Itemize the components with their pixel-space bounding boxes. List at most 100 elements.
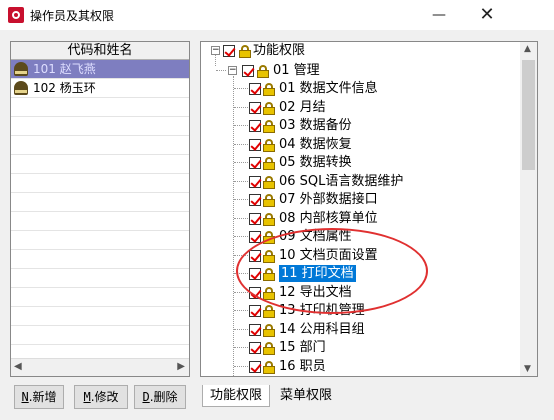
tree-line bbox=[234, 366, 248, 367]
checkbox[interactable] bbox=[249, 102, 261, 114]
checkbox[interactable] bbox=[249, 305, 261, 317]
tree-item-label[interactable]: 05 数据转换 bbox=[279, 154, 352, 171]
tree-line bbox=[234, 199, 248, 200]
lock-icon bbox=[263, 120, 275, 133]
checkbox[interactable] bbox=[223, 45, 235, 57]
tree-line bbox=[216, 70, 226, 71]
checkbox[interactable] bbox=[249, 120, 261, 132]
scrollbar-thumb[interactable] bbox=[522, 60, 535, 170]
empty-row bbox=[11, 231, 189, 250]
lock-icon bbox=[263, 176, 275, 189]
checkbox[interactable] bbox=[249, 194, 261, 206]
empty-row bbox=[11, 136, 189, 155]
tree-line bbox=[234, 218, 248, 219]
tree-item-label[interactable]: 06 SQL语言数据维护 bbox=[279, 173, 403, 190]
annotation-ellipse bbox=[236, 228, 428, 314]
lock-icon bbox=[263, 139, 275, 152]
tree-root-label: 功能权限 bbox=[253, 43, 306, 58]
tree-line bbox=[234, 162, 248, 163]
tree-line bbox=[234, 107, 248, 108]
tree-item-label[interactable]: 15 部门 bbox=[279, 339, 326, 356]
edit-button-key: M bbox=[83, 390, 91, 404]
lock-icon bbox=[263, 102, 275, 115]
lock-icon bbox=[239, 45, 251, 58]
empty-row bbox=[11, 155, 189, 174]
tree-line bbox=[234, 292, 248, 293]
scroll-down-icon[interactable]: ▼ bbox=[524, 364, 531, 374]
user-row[interactable]: 101 赵飞燕 bbox=[11, 60, 189, 79]
tree-line bbox=[234, 236, 248, 237]
tree-item-label[interactable]: 02 月结 bbox=[279, 99, 326, 116]
tab-menu-permissions[interactable]: 菜单权限 bbox=[272, 385, 340, 407]
tree-group-label: 01 管理 bbox=[273, 63, 320, 78]
lock-icon bbox=[263, 305, 275, 318]
user-list-header: 代码和姓名 bbox=[11, 42, 189, 60]
edit-button[interactable]: M.修改 bbox=[74, 385, 128, 409]
lock-icon bbox=[263, 194, 275, 207]
close-button[interactable]: ✕ bbox=[464, 0, 510, 30]
permission-tree[interactable]: − 功能权限 −01 管理 01 数据文件信息 02 月结 03 数据备份 04 数据恢复 0… bbox=[200, 41, 538, 377]
tab-function-permissions[interactable]: 功能权限 bbox=[202, 385, 270, 407]
lock-icon bbox=[263, 213, 275, 226]
empty-row bbox=[11, 326, 189, 345]
tree-item-label[interactable]: 08 内部核算单位 bbox=[279, 210, 378, 227]
user-list[interactable]: 代码和姓名 101 赵飞燕 102 杨玉环 ◀ ▶ bbox=[10, 41, 190, 377]
expand-toggle[interactable]: − bbox=[228, 66, 237, 75]
user-row-label: 102 杨玉环 bbox=[33, 81, 96, 95]
tree-line bbox=[234, 125, 248, 126]
checkbox[interactable] bbox=[249, 176, 261, 188]
user-icon bbox=[14, 81, 28, 95]
window-title: 操作员及其权限 bbox=[30, 9, 115, 23]
lock-icon bbox=[263, 324, 275, 337]
checkbox[interactable] bbox=[249, 213, 261, 225]
tree-vscrollbar[interactable]: ▲ ▼ bbox=[520, 42, 537, 376]
checkbox[interactable] bbox=[249, 342, 261, 354]
scroll-right-icon[interactable]: ▶ bbox=[177, 361, 185, 372]
lock-icon bbox=[263, 157, 275, 170]
tree-item-label[interactable]: 04 数据恢复 bbox=[279, 136, 352, 153]
empty-row bbox=[11, 117, 189, 136]
add-button-label: .新增 bbox=[28, 390, 57, 404]
tree-item-label[interactable]: 03 数据备份 bbox=[279, 117, 352, 134]
lock-icon bbox=[263, 342, 275, 355]
checkbox[interactable] bbox=[249, 361, 261, 373]
scroll-up-icon[interactable]: ▲ bbox=[524, 44, 531, 54]
title-bar: 操作员及其权限 — ✕ bbox=[0, 0, 554, 30]
tree-item-label[interactable]: 17 应付单位 bbox=[279, 376, 352, 377]
tree-line bbox=[234, 329, 248, 330]
delete-button[interactable]: D.删除 bbox=[134, 385, 186, 409]
tree-item-label[interactable]: 07 外部数据接口 bbox=[279, 191, 378, 208]
empty-row bbox=[11, 250, 189, 269]
checkbox[interactable] bbox=[249, 157, 261, 169]
tree-line bbox=[234, 347, 248, 348]
tree-line bbox=[234, 88, 248, 89]
checkbox[interactable] bbox=[249, 139, 261, 151]
tree-line bbox=[234, 181, 248, 182]
minimize-button[interactable]: — bbox=[416, 0, 462, 30]
user-list-hscrollbar[interactable]: ◀ ▶ bbox=[11, 358, 189, 376]
tree-line bbox=[233, 76, 234, 376]
lock-icon bbox=[257, 65, 269, 78]
add-button[interactable]: N.新增 bbox=[14, 385, 64, 409]
empty-row bbox=[11, 98, 189, 117]
empty-row bbox=[11, 193, 189, 212]
tree-item-label[interactable]: 16 职员 bbox=[279, 358, 326, 375]
tree-item-label[interactable]: 01 数据文件信息 bbox=[279, 80, 378, 97]
empty-row bbox=[11, 174, 189, 193]
tree-item-label[interactable]: 14 公用科目组 bbox=[279, 321, 365, 338]
app-icon bbox=[8, 7, 24, 23]
empty-row bbox=[11, 269, 189, 288]
checkbox[interactable] bbox=[242, 65, 254, 77]
expand-toggle[interactable]: − bbox=[211, 46, 220, 55]
delete-button-label: .删除 bbox=[149, 390, 178, 404]
delete-button-key: D bbox=[142, 390, 150, 404]
user-row[interactable]: 102 杨玉环 bbox=[11, 79, 189, 98]
lock-icon bbox=[263, 83, 275, 96]
add-button-key: N bbox=[21, 390, 29, 404]
scroll-left-icon[interactable]: ◀ bbox=[14, 361, 22, 372]
checkbox[interactable] bbox=[249, 231, 261, 243]
checkbox[interactable] bbox=[249, 83, 261, 95]
tree-line bbox=[234, 310, 248, 311]
lock-icon bbox=[263, 361, 275, 374]
checkbox[interactable] bbox=[249, 324, 261, 336]
